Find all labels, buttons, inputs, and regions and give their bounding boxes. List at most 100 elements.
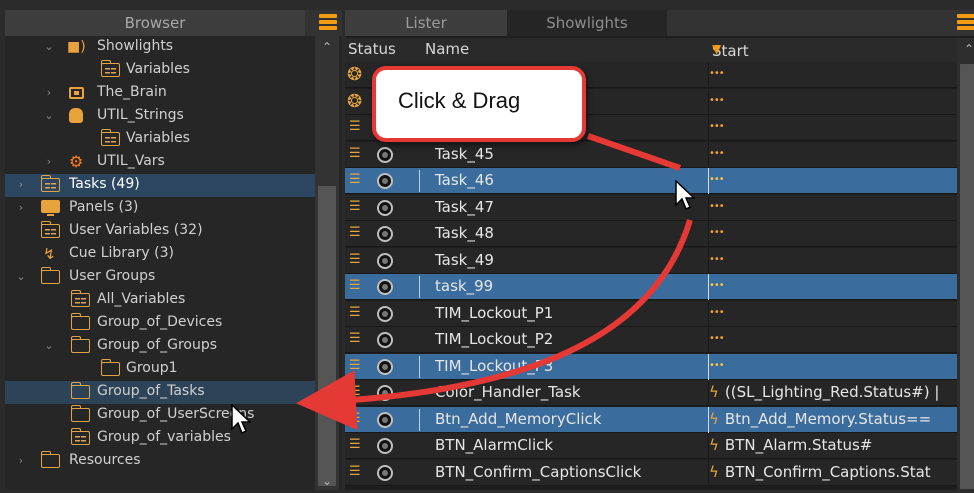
mouse-cursor-icon (231, 404, 251, 435)
scroll-up-icon[interactable]: ⌃ (315, 38, 339, 56)
status-indicator-icon[interactable] (377, 173, 393, 189)
column-status[interactable]: Status (348, 40, 396, 58)
table-row[interactable]: ☰ Task_47 ••• (345, 194, 957, 221)
tree-item-group-of-groups[interactable]: ⌄ Group_of_Groups (5, 335, 315, 358)
status-indicator-icon[interactable] (377, 358, 393, 375)
scroll-up-icon[interactable]: ⌃ (957, 40, 974, 58)
start-condition-dots: ••• (709, 121, 725, 132)
chevron-right-icon[interactable]: › (15, 202, 27, 214)
tree-item-group-of-userscreens[interactable]: Group_of_UserScreens (5, 404, 315, 427)
status-indicator-icon[interactable] (377, 199, 393, 216)
tab-browser[interactable]: Browser (5, 10, 305, 36)
table-row[interactable]: ☰ Task_45 ••• (345, 141, 957, 168)
sort-desc-icon[interactable]: ▼ (712, 42, 721, 56)
status-indicator-icon[interactable] (377, 411, 393, 428)
tree-item-tasks[interactable]: › Tasks (49) (5, 174, 315, 197)
table-row[interactable]: ☰ Btn_Add_MemoryClick ϟ Btn_Add_Memory.Stat… (345, 406, 957, 433)
start-condition-cell[interactable]: ••• (709, 224, 957, 246)
tab-showlights[interactable]: Showlights (507, 10, 667, 36)
column-name[interactable]: Name (425, 40, 469, 58)
tree-item-user-groups[interactable]: ⌄ User Groups (5, 266, 315, 289)
status-indicator-icon[interactable] (377, 464, 393, 481)
start-condition-dots: ••• (709, 147, 725, 159)
tree-item-group-of-devices[interactable]: Group_of_Devices (5, 312, 315, 335)
status-indicator-icon[interactable] (377, 438, 393, 454)
tree-item-the-brain[interactable]: › The_Brain (5, 82, 315, 105)
chevron-right-icon[interactable]: › (43, 87, 55, 99)
table-row[interactable]: ☰ TIM_Lockout_P3 ••• (345, 353, 957, 380)
start-condition-text: BTN_Alarm.Status# (724, 436, 873, 454)
start-condition-cell[interactable]: ••• (709, 145, 957, 167)
start-condition-cell[interactable]: ••• (709, 330, 957, 352)
tree-item-resources[interactable]: › Resources (5, 450, 315, 473)
lister-scrollbar[interactable]: ⌃ (957, 38, 974, 490)
table-row[interactable]: ☰ TIM_Lockout_P1 ••• (345, 300, 957, 327)
start-condition-cell[interactable]: ••• (709, 198, 957, 220)
start-condition-cell[interactable]: ••• (709, 304, 957, 326)
status-indicator-icon[interactable] (377, 385, 393, 401)
status-indicator-icon[interactable] (377, 332, 393, 348)
start-condition-cell[interactable]: ••• (709, 65, 957, 87)
start-condition-cell[interactable]: ϟ Btn_Add_Memory.Status== (709, 410, 957, 432)
chevron-right-icon[interactable]: › (15, 179, 27, 191)
browser-tabbar: Browser (5, 10, 342, 36)
start-condition-cell[interactable]: ϟ BTN_Confirm_Captions.Stat (709, 463, 957, 485)
table-row[interactable]: ☰ Task_46 ••• (345, 168, 957, 194)
start-condition-cell[interactable]: ••• (709, 118, 957, 140)
tree-item-cue-library[interactable]: ↯ Cue Library (3) (5, 243, 315, 266)
tree-item-all-variables[interactable]: All_Variables (5, 289, 315, 312)
status-cell: ☰ (345, 380, 420, 406)
trigger-lightning-icon: ϟ (709, 383, 719, 401)
start-condition-cell[interactable]: ••• (709, 357, 957, 379)
tree-item-panels[interactable]: › Panels (3) (5, 197, 315, 220)
chevron-down-icon[interactable]: ⌄ (43, 110, 55, 122)
start-condition-dots: ••• (709, 227, 725, 238)
scroll-down-icon[interactable]: ⌄ (315, 472, 339, 490)
tree-item-group1[interactable]: Group1 (5, 358, 315, 381)
tab-lister[interactable]: Lister (345, 10, 507, 36)
tree-item-variables[interactable]: Variables (5, 128, 315, 151)
start-condition-cell[interactable]: ϟ ((SL_Lighting_Red.Status#) | (709, 383, 957, 405)
browser-menu-icon[interactable] (319, 14, 337, 32)
status-indicator-icon[interactable] (377, 279, 393, 295)
chevron-down-icon[interactable]: ⌄ (43, 340, 55, 352)
variables-folder-icon (100, 60, 120, 78)
status-indicator-icon[interactable] (377, 226, 393, 242)
scroll-thumb[interactable] (318, 186, 336, 486)
selection-divider (419, 170, 420, 192)
table-row[interactable]: ☰ task_99 ••• (345, 274, 957, 300)
chevron-down-icon[interactable]: ⌄ (43, 41, 55, 53)
start-condition-cell[interactable]: ••• (709, 92, 957, 114)
lister-menu-icon[interactable] (957, 14, 974, 32)
table-row[interactable]: ☰ Task_48 ••• (345, 221, 957, 247)
table-row[interactable]: ☰ BTN_AlarmClick ϟ BTN_Alarm.Status# (345, 433, 957, 459)
tree-item-util-vars[interactable]: › ⚙ UTIL_Vars (5, 151, 315, 174)
browser-scrollbar[interactable]: ⌃ ⌄ (315, 36, 339, 490)
tree-item-util-strings[interactable]: ⌄ UTIL_Strings (5, 105, 315, 128)
table-row[interactable]: ☰ Color_Handler_Task ϟ ((SL_Lighting_Red.St… (345, 380, 957, 406)
status-indicator-icon[interactable] (377, 146, 393, 163)
tree-item-group-of-variables[interactable]: Group_of_variables (5, 427, 315, 450)
tree-item-label: UTIL_Strings (97, 107, 184, 123)
folder-icon (70, 405, 90, 423)
chevron-right-icon[interactable]: › (43, 156, 55, 168)
start-condition-cell[interactable]: ϟ BTN_Alarm.Status# (709, 436, 957, 458)
table-row[interactable]: ☰ BTN_Confirm_CaptionsClick ϟ BTN_Confirm_C… (345, 459, 957, 486)
table-row[interactable]: ☰ TIM_Lockout_P2 ••• (345, 327, 957, 353)
start-condition-cell[interactable]: ••• (709, 171, 957, 193)
tree-item-group-of-tasks[interactable]: Group_of_Tasks (5, 381, 315, 404)
tree-item-user-variables[interactable]: User Variables (32) (5, 220, 315, 243)
status-indicator-icon[interactable] (377, 305, 393, 322)
chevron-right-icon[interactable]: › (15, 455, 27, 467)
start-condition-cell[interactable]: ••• (709, 251, 957, 273)
start-condition-cell[interactable]: ••• (709, 277, 957, 299)
tree-item-variables[interactable]: Variables (5, 59, 315, 82)
status-indicator-icon[interactable] (377, 252, 393, 269)
tree-item-label: Group_of_Tasks (97, 383, 205, 399)
tree-item-showlights[interactable]: ⌄ ■) Showlights (5, 36, 315, 59)
start-condition-dots: ••• (709, 200, 725, 212)
chevron-down-icon[interactable]: ⌄ (15, 271, 27, 283)
table-row[interactable]: ☰ Task_49 ••• (345, 247, 957, 274)
scroll-thumb[interactable] (960, 64, 974, 489)
folder-icon (40, 267, 60, 285)
